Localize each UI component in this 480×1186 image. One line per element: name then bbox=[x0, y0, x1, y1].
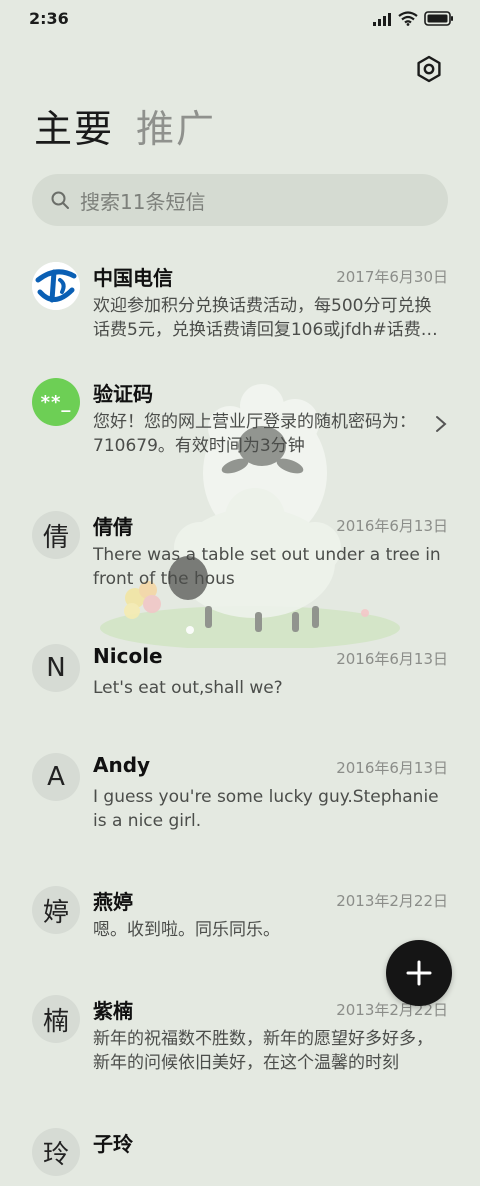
sender-name: Nicole bbox=[93, 644, 163, 668]
plus-icon bbox=[406, 960, 432, 986]
status-icons bbox=[372, 11, 454, 26]
message-snippet: There was a table set out under a tree i… bbox=[93, 545, 441, 589]
message-snippet: I guess you're some lucky guy.Stephanie … bbox=[93, 787, 439, 831]
contact-avatar: N bbox=[32, 644, 80, 692]
conversation-list: 中国电信 2017年6月30日 欢迎参加积分兑换话费活动，每500分可兑换话费5… bbox=[0, 244, 480, 1186]
settings-button[interactable] bbox=[414, 54, 444, 84]
sender-name: Andy bbox=[93, 753, 151, 777]
china-telecom-logo-icon bbox=[32, 262, 80, 310]
contact-avatar: 婷 bbox=[32, 886, 80, 934]
tab-primary[interactable]: 主要 bbox=[34, 105, 114, 153]
conversation-item[interactable]: A Andy 2016年6月13日 I guess you're some lu… bbox=[0, 735, 480, 868]
tab-bar: 主要 推广 bbox=[34, 105, 216, 153]
conversation-item[interactable]: **_ 验证码 您好！您的网上营业厅登录的随机密码为：710679。有效时间为3… bbox=[0, 360, 480, 493]
message-snippet: 欢迎参加积分兑换话费活动，每500分可兑换话费5元，兑换话费请回复106或jfd… bbox=[93, 296, 438, 340]
contact-avatar: 玲 bbox=[32, 1128, 80, 1176]
message-snippet: Let's eat out,shall we? bbox=[93, 678, 283, 698]
contact-avatar: A bbox=[32, 753, 80, 801]
conversation-item[interactable]: 中国电信 2017年6月30日 欢迎参加积分兑换话费活动，每500分可兑换话费5… bbox=[0, 244, 480, 360]
message-snippet: 您好！您的网上营业厅登录的随机密码为：710679。有效时间为3分钟 bbox=[93, 412, 416, 456]
conversation-item[interactable]: 倩 倩倩 2016年6月13日 There was a table set ou… bbox=[0, 493, 480, 626]
wifi-icon bbox=[398, 11, 418, 26]
chevron-right-icon[interactable] bbox=[434, 414, 448, 434]
sender-name: 子玲 bbox=[93, 1132, 133, 1156]
sender-name: 中国电信 bbox=[93, 266, 173, 290]
search-icon bbox=[51, 191, 69, 209]
contact-avatar: 楠 bbox=[32, 995, 80, 1043]
message-date: 2016年6月13日 bbox=[336, 759, 448, 777]
settings-icon bbox=[417, 55, 441, 83]
signal-icon bbox=[373, 12, 391, 26]
battery-icon bbox=[424, 11, 453, 26]
message-date: 2017年6月30日 bbox=[336, 268, 448, 286]
message-date: 2013年2月22日 bbox=[336, 892, 448, 910]
message-snippet: 新年的祝福数不胜数，新年的愿望好多好多，新年的问候依旧美好，在这个温馨的时刻 bbox=[93, 1029, 433, 1073]
sender-name: 验证码 bbox=[93, 382, 153, 406]
new-message-button[interactable] bbox=[386, 940, 452, 1006]
message-date: 2016年6月13日 bbox=[336, 517, 448, 535]
status-bar: 2:36 bbox=[0, 0, 480, 40]
message-snippet: 嗯。收到啦。同乐同乐。 bbox=[93, 920, 280, 940]
search-bar[interactable]: 搜索11条短信 bbox=[32, 174, 448, 226]
sender-name: 紫楠 bbox=[93, 999, 133, 1023]
conversation-item[interactable]: N Nicole 2016年6月13日 Let's eat out,shall … bbox=[0, 626, 480, 735]
status-time: 2:36 bbox=[29, 9, 69, 28]
search-placeholder: 搜索11条短信 bbox=[80, 189, 206, 214]
tab-promotions[interactable]: 推广 bbox=[136, 105, 216, 153]
sender-name: 倩倩 bbox=[93, 515, 133, 539]
conversation-item[interactable]: 玲 子玲 bbox=[0, 1110, 480, 1186]
china-telecom-avatar bbox=[32, 262, 80, 310]
sender-name: 燕婷 bbox=[93, 890, 133, 914]
contact-avatar: 倩 bbox=[32, 511, 80, 559]
verification-code-avatar: **_ bbox=[32, 378, 80, 426]
message-date: 2016年6月13日 bbox=[336, 650, 448, 668]
